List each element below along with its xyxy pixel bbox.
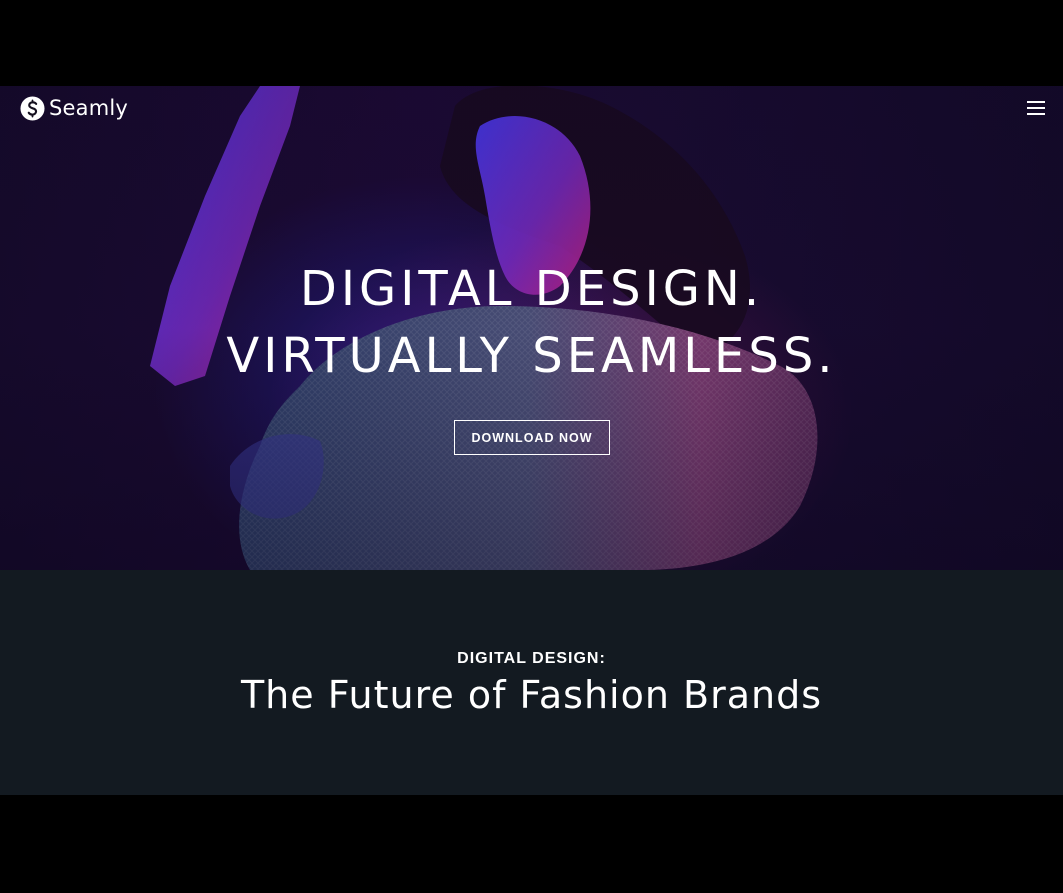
intro-eyebrow: DIGITAL DESIGN: xyxy=(457,650,606,667)
intro-section: DIGITAL DESIGN: The Future of Fashion Br… xyxy=(0,570,1063,795)
page-viewport: Seamly DIGITAL DESIGN. VIRTUALLY SEAMLES… xyxy=(0,86,1063,795)
seamly-logo-icon xyxy=(20,95,45,121)
menu-bar-bottom xyxy=(1027,113,1045,115)
hero-headline: DIGITAL DESIGN. VIRTUALLY SEAMLESS. xyxy=(0,256,1063,390)
download-now-button[interactable]: DOWNLOAD NOW xyxy=(454,420,610,455)
intro-title: The Future of Fashion Brands xyxy=(240,673,823,717)
hero-headline-line-2: VIRTUALLY SEAMLESS. xyxy=(226,328,837,384)
menu-bar-top xyxy=(1027,101,1045,103)
hamburger-menu-icon[interactable] xyxy=(1027,100,1045,116)
brand-logo[interactable]: Seamly xyxy=(20,95,128,121)
top-navbar: Seamly xyxy=(0,86,1063,132)
brand-name: Seamly xyxy=(49,96,129,120)
hero-section: Seamly DIGITAL DESIGN. VIRTUALLY SEAMLES… xyxy=(0,86,1063,570)
menu-bar-middle xyxy=(1027,107,1045,109)
hero-headline-line-1: DIGITAL DESIGN. xyxy=(299,261,764,317)
